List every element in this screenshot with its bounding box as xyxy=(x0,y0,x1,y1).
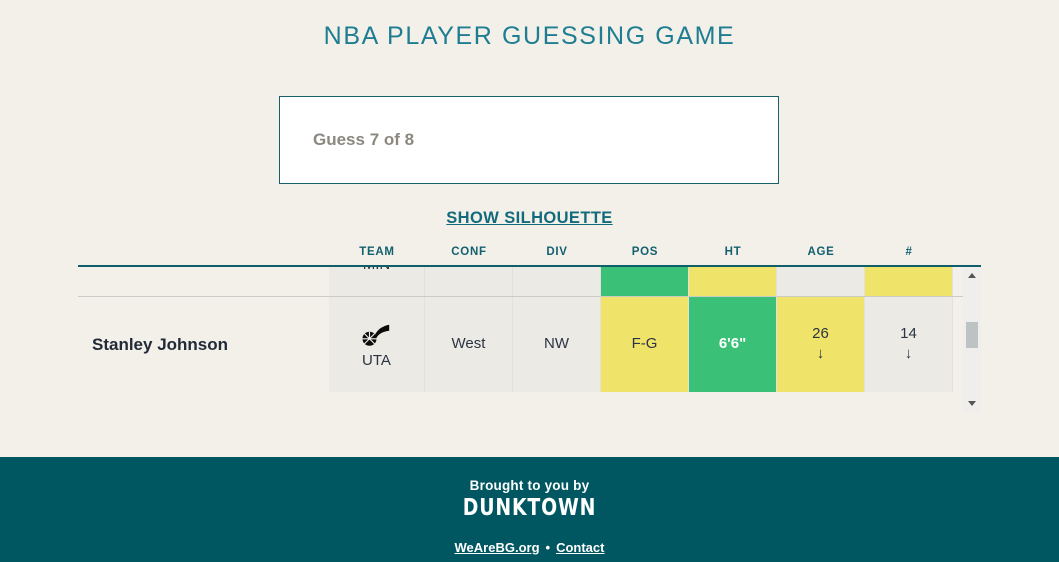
div-value: NW xyxy=(544,335,569,353)
column-header-team: TEAM xyxy=(359,246,395,258)
ht-value: 6'6" xyxy=(718,335,747,353)
arrow-down-icon: ↓ xyxy=(904,345,913,363)
column-header-ht: HT xyxy=(724,246,742,258)
column-header-pos: POS xyxy=(631,246,659,258)
pos-cell: F-G xyxy=(601,297,689,392)
column-header-number: # xyxy=(905,246,913,258)
ht-cell: 6'6" xyxy=(689,297,777,392)
separator-dot: • xyxy=(545,540,551,555)
player-name-cell: Stanley Johnson xyxy=(78,297,329,392)
show-silhouette-link[interactable]: SHOW SILHOUETTE xyxy=(446,209,612,227)
table-body-viewport: Anthony Edwards MIN West NW xyxy=(78,246,963,412)
guess-input[interactable] xyxy=(280,97,778,183)
column-header-age: AGE xyxy=(807,246,835,258)
table-row: Stanley Johnson UTA West NW F-G 6'6" 26 … xyxy=(78,296,963,392)
contact-link[interactable]: Contact xyxy=(556,540,604,555)
guess-results-table: TEAM CONF DIV POS HT AGE # Anthony Edwar… xyxy=(78,246,981,412)
site-footer: Brought to you by DUNKTOWN WeAreBG.org • C… xyxy=(0,457,1059,562)
chevron-down-icon xyxy=(968,401,976,406)
conf-cell: West xyxy=(425,297,513,392)
silhouette-link-container: SHOW SILHOUETTE xyxy=(0,209,1059,228)
column-header-conf: CONF xyxy=(451,246,487,258)
page-title: NBA PLAYER GUESSING GAME xyxy=(323,22,736,50)
team-abbr: UTA xyxy=(362,352,391,369)
wearebg-link[interactable]: WeAreBG.org xyxy=(455,540,540,555)
pos-value: F-G xyxy=(631,335,658,353)
arrow-down-icon: ↓ xyxy=(816,345,825,363)
number-value: 14 xyxy=(900,324,917,342)
chevron-up-icon xyxy=(968,273,976,278)
table-body: Anthony Edwards MIN West NW xyxy=(78,246,963,392)
app-root: NBA PLAYER GUESSING GAME SHOW SILHOUETTE… xyxy=(0,0,1059,562)
table-scrollbar[interactable] xyxy=(963,267,981,412)
conf-value: West xyxy=(451,335,486,353)
guess-input-container[interactable] xyxy=(279,96,779,184)
brought-to-you-by-label: Brought to you by xyxy=(469,478,590,493)
age-value: 26 xyxy=(812,324,829,342)
age-cell: 26 ↓ xyxy=(777,297,865,392)
scroll-up-button[interactable] xyxy=(963,267,981,284)
scroll-down-button[interactable] xyxy=(963,395,981,412)
number-cell: 14 ↓ xyxy=(865,297,953,392)
footer-links: WeAreBG.org • Contact xyxy=(0,540,1059,555)
dunktown-logo: DUNKTOWN xyxy=(462,495,597,521)
table-header-row: TEAM CONF DIV POS HT AGE # xyxy=(78,246,981,267)
scrollbar-thumb[interactable] xyxy=(966,322,978,348)
div-cell: NW xyxy=(513,297,601,392)
column-header-div: DIV xyxy=(546,246,568,258)
utah-jazz-logo xyxy=(361,324,389,346)
team-cell: UTA xyxy=(329,297,425,392)
column-header-name xyxy=(78,246,329,265)
